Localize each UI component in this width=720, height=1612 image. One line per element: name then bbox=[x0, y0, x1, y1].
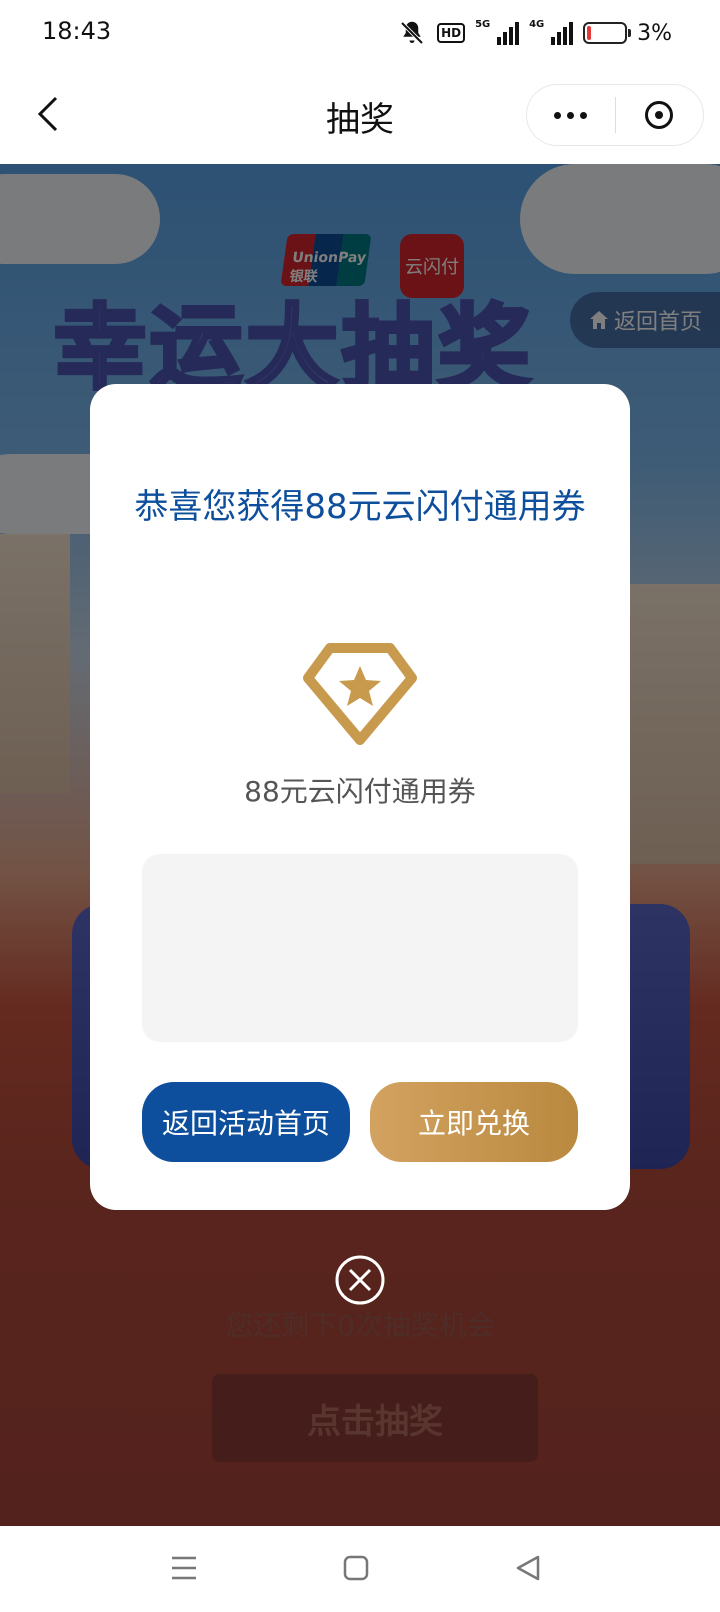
coupon-code-box bbox=[142, 854, 578, 1042]
prize-modal: 恭喜您获得88元云闪付通用券 88元云闪付通用券 返回活动首页 立即兑换 bbox=[90, 384, 630, 1210]
menu-button[interactable] bbox=[164, 1548, 204, 1588]
back-to-activity-button[interactable]: 返回活动首页 bbox=[142, 1082, 350, 1162]
home-button[interactable] bbox=[336, 1548, 376, 1588]
prize-name: 88元云闪付通用券 bbox=[244, 775, 476, 808]
status-bar: 18:43 HD 5G 4G 3% bbox=[0, 0, 720, 66]
more-button[interactable] bbox=[527, 85, 615, 145]
nav-bar: 抽奖 bbox=[0, 66, 720, 164]
home-square-icon bbox=[343, 1555, 369, 1581]
system-nav-bar bbox=[0, 1526, 720, 1612]
diamond-star-icon bbox=[303, 643, 417, 745]
close-miniprogram-button[interactable] bbox=[616, 85, 704, 145]
prize-title: 恭喜您获得88元云闪付通用券 bbox=[134, 487, 586, 527]
mini-program-capsule bbox=[526, 84, 704, 146]
status-time: 18:43 bbox=[42, 17, 112, 45]
sim1-label: 5G bbox=[475, 19, 491, 30]
menu-icon bbox=[172, 1556, 196, 1580]
system-back-button[interactable] bbox=[508, 1548, 548, 1588]
battery-icon bbox=[583, 22, 632, 44]
status-icons: HD 5G 4G 3% bbox=[397, 16, 672, 50]
more-dots-icon bbox=[554, 111, 562, 119]
bell-off-icon bbox=[400, 21, 424, 45]
close-circle-icon bbox=[645, 101, 674, 129]
modal-close-icon[interactable] bbox=[334, 1254, 386, 1306]
hd-badge: HD bbox=[437, 23, 466, 43]
redeem-button[interactable]: 立即兑换 bbox=[370, 1082, 578, 1162]
battery-percent: 3% bbox=[637, 20, 672, 46]
battery-level bbox=[587, 26, 592, 40]
signal-icon: 5G bbox=[475, 19, 520, 45]
back-triangle-icon bbox=[516, 1555, 540, 1581]
signal-icon-2: 4G bbox=[529, 19, 574, 45]
sim2-label: 4G bbox=[529, 19, 545, 30]
